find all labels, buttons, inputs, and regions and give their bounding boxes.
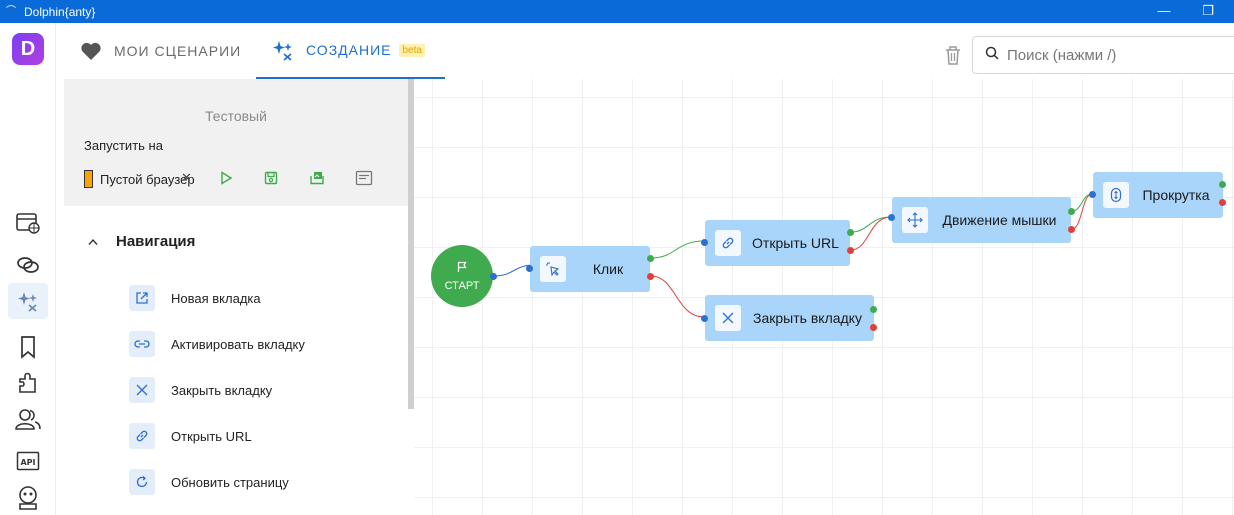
save-button[interactable] <box>261 168 281 188</box>
click-error-port[interactable] <box>647 273 654 280</box>
run-on-label: Запустить на <box>84 138 163 153</box>
close-tab-success-port[interactable] <box>870 306 877 313</box>
extensions-icon[interactable] <box>14 369 42 397</box>
block-open-url[interactable]: Открыть URL <box>129 423 252 449</box>
scroll-success-port[interactable] <box>1219 181 1226 188</box>
bookmark-icon[interactable] <box>14 333 42 361</box>
open-url-error-port[interactable] <box>847 247 854 254</box>
maximize-button[interactable]: ❐ <box>1200 3 1216 19</box>
mouse-move-input-port[interactable] <box>888 214 895 221</box>
mouse-move-error-port[interactable] <box>1068 226 1075 233</box>
block-label: Обновить страницу <box>171 474 289 490</box>
open-url-success-port[interactable] <box>847 229 854 236</box>
close-tab-input-port[interactable] <box>701 315 708 322</box>
node-click[interactable]: Клик <box>530 246 650 292</box>
cursor-click-icon <box>540 256 566 282</box>
block-label: Активировать вкладку <box>171 336 305 352</box>
node-open-url[interactable]: Открыть URL <box>705 220 850 266</box>
search-input[interactable] <box>1007 46 1227 64</box>
external-link-icon <box>129 285 155 311</box>
node-label: Прокрутка <box>1142 187 1210 203</box>
tab-my-scenarios[interactable]: Мои сценарии <box>80 23 241 79</box>
node-close-tab[interactable]: Закрыть вкладку <box>705 295 874 341</box>
svg-text:API: API <box>20 458 35 467</box>
search-box[interactable] <box>972 36 1234 74</box>
start-output-port[interactable] <box>490 273 497 280</box>
app-icon: ⌒ <box>6 5 16 17</box>
window-title: Dolphin{anty} <box>24 4 96 19</box>
flow-canvas[interactable]: СТАРТ Клик Открыть URL Закрыть вкладку Д… <box>414 79 1234 515</box>
close-icon <box>715 305 741 331</box>
mouse-move-success-port[interactable] <box>1068 208 1075 215</box>
heart-icon <box>80 41 102 61</box>
run-button[interactable] <box>216 168 236 188</box>
beta-badge: beta <box>399 43 425 57</box>
automation-icon[interactable] <box>8 283 48 319</box>
node-mouse-move[interactable]: Движение мышки <box>892 197 1071 243</box>
title-bar: ⌒ Dolphin{anty} — ❐ <box>0 0 1234 23</box>
block-label: Новая вкладка <box>171 290 261 306</box>
click-input-port[interactable] <box>526 265 533 272</box>
browser-color-icon <box>84 170 93 188</box>
block-label: Закрыть вкладку <box>171 382 273 398</box>
block-new-tab[interactable]: Новая вкладка <box>129 285 261 311</box>
block-close-tab[interactable]: Закрыть вкладку <box>129 377 272 403</box>
move-arrows-icon <box>902 207 928 233</box>
scroll-icon <box>1103 182 1129 208</box>
save-as-button[interactable] <box>307 168 327 188</box>
scroll-input-port[interactable] <box>1089 191 1096 198</box>
close-icon <box>129 377 155 403</box>
dolphin-logo[interactable]: D <box>12 33 44 65</box>
start-node[interactable]: СТАРТ <box>431 245 493 307</box>
minimize-button[interactable]: — <box>1156 3 1172 19</box>
node-label: Клик <box>592 261 624 277</box>
clear-browser-icon[interactable]: ✕ <box>181 170 192 186</box>
robot-icon[interactable] <box>14 483 42 511</box>
header-tabs: Мои сценарии Создание beta <box>56 23 1234 79</box>
start-label: СТАРТ <box>444 279 480 292</box>
section-navigation[interactable]: Навигация <box>88 233 195 250</box>
section-title: Навигация <box>116 233 196 250</box>
click-success-port[interactable] <box>647 255 654 262</box>
node-scroll[interactable]: Прокрутка <box>1093 172 1223 218</box>
search-icon <box>985 46 999 65</box>
api-icon[interactable]: API <box>14 447 42 475</box>
scroll-error-port[interactable] <box>1219 199 1226 206</box>
users-icon[interactable] <box>14 405 42 433</box>
trash-icon[interactable] <box>944 45 962 65</box>
scenario-settings: Тестовый Запустить на Пустой браузер ✕ <box>64 79 408 206</box>
chain-link-icon <box>715 230 741 256</box>
scenario-panel: Тестовый Запустить на Пустой браузер ✕ Н… <box>64 79 408 515</box>
node-label: Движение мышки <box>942 212 1057 228</box>
block-label: Открыть URL <box>171 428 252 444</box>
open-url-input-port[interactable] <box>701 239 708 246</box>
block-refresh-page[interactable]: Обновить страницу <box>129 469 289 495</box>
refresh-icon <box>129 469 155 495</box>
log-icon[interactable] <box>354 168 374 188</box>
chain-link-icon <box>129 423 155 449</box>
tab-create[interactable]: Создание beta <box>256 23 445 79</box>
sparkles-icon <box>272 39 294 61</box>
block-activate-tab[interactable]: Активировать вкладку <box>129 331 305 357</box>
scenario-name[interactable]: Тестовый <box>64 108 408 124</box>
node-label: Открыть URL <box>752 235 839 251</box>
close-tab-error-port[interactable] <box>870 324 877 331</box>
tab-label: Мои сценарии <box>114 43 242 59</box>
tab-label: Создание <box>306 42 392 58</box>
left-icon-bar: D API <box>0 23 56 515</box>
browser-profiles-icon[interactable] <box>14 209 42 237</box>
links-icon[interactable] <box>14 251 42 279</box>
node-label: Закрыть вкладку <box>753 310 862 326</box>
link-icon <box>129 331 155 357</box>
chevron-up-icon <box>88 233 98 250</box>
flag-icon <box>456 261 468 276</box>
